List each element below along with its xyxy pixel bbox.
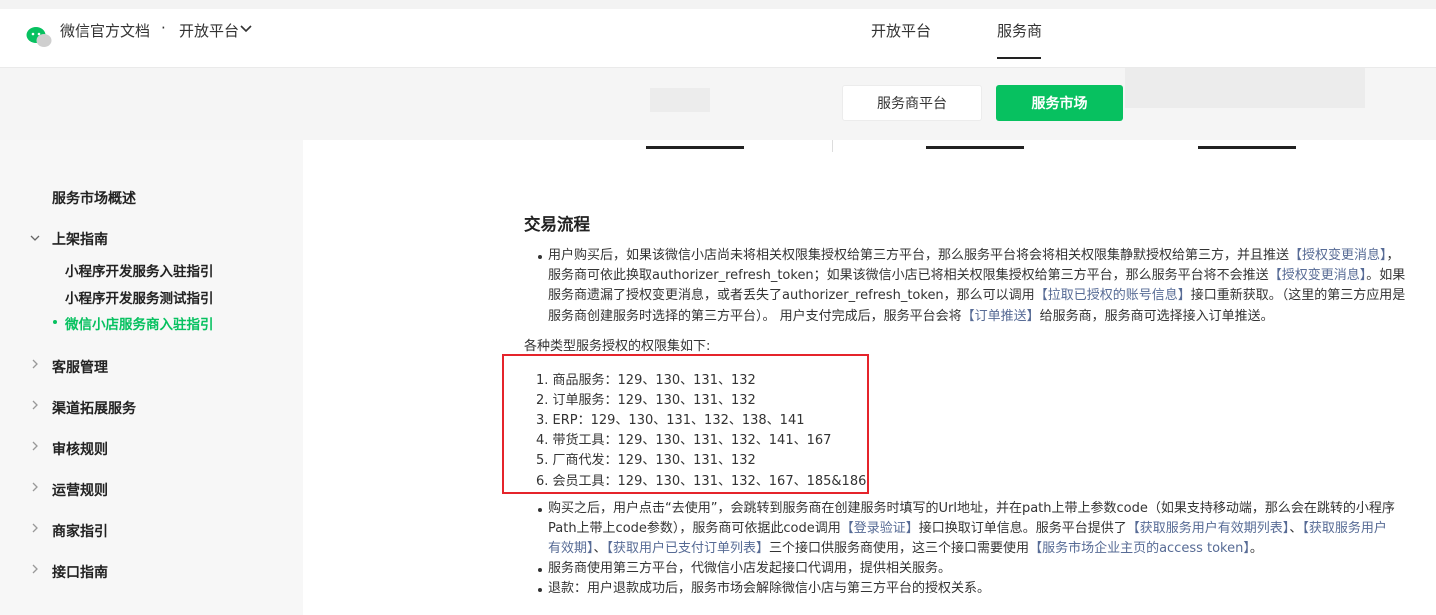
chevron-right-icon[interactable] bbox=[30, 482, 40, 492]
list-bullet bbox=[538, 588, 542, 592]
divider-line bbox=[832, 140, 833, 152]
text-span: 用户购买后，如果该微信小店尚未将相关权限集授权给第三方平台，那么服务平台将会将相… bbox=[548, 248, 1290, 263]
text-span: 。如果 bbox=[1366, 268, 1406, 283]
chevron-down-icon[interactable] bbox=[240, 24, 252, 34]
link-service-user-validity[interactable]: 有效期】 bbox=[548, 541, 594, 556]
list-bullet bbox=[538, 255, 542, 259]
brand-separator: · bbox=[161, 19, 166, 37]
permission-item: 5. 厂商代发：129、130、131、132 bbox=[536, 453, 756, 468]
service-market-button[interactable]: 服务市场 bbox=[996, 85, 1123, 121]
platform-selector[interactable]: 开放平台 bbox=[179, 20, 239, 41]
permission-item: 2. 订单服务：129、130、131、132 bbox=[536, 393, 756, 408]
text-span: 服务商创建服务时选择的第三方平台）。 用户支付完成后，服务平台会将 bbox=[548, 309, 962, 324]
text-span: 三个接口供服务商使用，这三个接口需要使用 bbox=[769, 541, 1030, 556]
link-login-verify[interactable]: 【登录验证】 bbox=[841, 521, 919, 536]
text-span: 给服务商，服务商可选择接入订单推送。 bbox=[1039, 309, 1274, 324]
divider-bar bbox=[646, 146, 744, 149]
list-bullet bbox=[538, 508, 542, 512]
paragraph-line: 服务商使用第三方平台，代微信小店发起接口代调用，提供相关服务。 bbox=[548, 561, 952, 576]
sidebar-subitem-miniprogram-onboarding[interactable]: 小程序开发服务入驻指引 bbox=[65, 260, 214, 280]
chevron-right-icon[interactable] bbox=[30, 400, 40, 410]
chevron-right-icon[interactable] bbox=[30, 359, 40, 369]
text-span: 接口重新获取。（这里的第三方应用是 bbox=[1190, 288, 1406, 303]
link-auth-change-message[interactable]: 【授权变更消息】 bbox=[1269, 268, 1367, 283]
brand-title[interactable]: 微信官方文档 bbox=[60, 20, 150, 41]
link-service-user-validity-list[interactable]: 【获取服务用户有效期列表】 bbox=[1127, 521, 1290, 536]
chevron-right-icon[interactable] bbox=[30, 441, 40, 451]
paragraph-line: 用户购买后，如果该微信小店尚未将相关权限集授权给第三方平台，那么服务平台将会将相… bbox=[548, 246, 1400, 266]
sidebar-subitem-wechat-store-onboarding[interactable]: 微信小店服务商入驻指引 bbox=[65, 313, 214, 333]
sidebar-item-operation-rules[interactable]: 运营规则 bbox=[52, 480, 108, 500]
link-service-user-validity[interactable]: 【获取服务用户 bbox=[1302, 521, 1387, 536]
wechat-logo-icon[interactable] bbox=[26, 26, 52, 48]
permission-item: 4. 带货工具：129、130、131、132、141、167 bbox=[536, 433, 832, 448]
paragraph-line: 退款：用户退款成功后，服务市场会解除微信小店与第三方平台的授权关系。 bbox=[548, 581, 991, 596]
sidebar-item-review-rules[interactable]: 审核规则 bbox=[52, 439, 108, 459]
sidebar-item-api-guide[interactable]: 接口指南 bbox=[52, 562, 108, 582]
tab-open-platform[interactable]: 开放平台 bbox=[871, 20, 931, 41]
permission-item: 3. ERP：129、130、131、132、138、141 bbox=[536, 413, 805, 428]
tab-service-provider[interactable]: 服务商 bbox=[997, 20, 1042, 41]
sidebar bbox=[0, 140, 303, 615]
sidebar-subitem-miniprogram-testing[interactable]: 小程序开发服务测试指引 bbox=[65, 287, 214, 307]
paragraph-line: 服务商创建服务时选择的第三方平台）。 用户支付完成后，服务平台会将【订单推送】给… bbox=[548, 307, 1274, 327]
link-auth-change-message[interactable]: 【授权变更消息】 bbox=[1289, 248, 1387, 263]
sidebar-item-merchant-guide[interactable]: 商家指引 bbox=[52, 521, 108, 541]
link-order-push[interactable]: 【订单推送】 bbox=[962, 309, 1040, 324]
text-span: 服务商遗漏了授权变更消息，或者丢失了authorizer_refresh_tok… bbox=[548, 288, 1035, 303]
subnav-band bbox=[0, 68, 1436, 140]
text-span: 服务商可依此换取authorizer_refresh_token；如果该微信小店… bbox=[548, 268, 1269, 283]
faded-background-panel bbox=[1125, 68, 1365, 108]
paragraph-line: 服务商可依此换取authorizer_refresh_token；如果该微信小店… bbox=[548, 266, 1405, 286]
list-bullet bbox=[538, 568, 542, 572]
paragraph-line: 购买之后，用户点击“去使用”，会跳转到服务商在创建服务时填写的Url地址，并在p… bbox=[548, 501, 1395, 516]
text-span: ， bbox=[1386, 248, 1400, 263]
text-span: 接口换取订单信息。服务平台提供了 bbox=[918, 521, 1127, 536]
sidebar-item-listing[interactable]: 上架指南 bbox=[52, 229, 108, 249]
link-paid-order-list[interactable]: 【获取用户已支付订单列表】 bbox=[607, 541, 770, 556]
text-span: Path上带上code参数），服务商可依据此code调用 bbox=[548, 521, 841, 536]
paragraph-line: 服务商遗漏了授权变更消息，或者丢失了authorizer_refresh_tok… bbox=[548, 286, 1405, 306]
divider-bar bbox=[1198, 146, 1296, 149]
active-item-bullet bbox=[53, 320, 57, 324]
paragraph-line: Path上带上code参数），服务商可依据此code调用【登录验证】接口换取订单… bbox=[548, 519, 1387, 539]
top-header: 微信官方文档 · 开放平台 开放平台 服务商 bbox=[0, 0, 1436, 68]
active-tab-indicator bbox=[997, 57, 1041, 59]
text-span: 、 bbox=[593, 541, 607, 556]
sidebar-item-channel-expansion[interactable]: 渠道拓展服务 bbox=[52, 398, 136, 418]
link-market-access-token[interactable]: 【服务市场企业主页的access token】 bbox=[1029, 541, 1250, 556]
faded-background-shape bbox=[650, 88, 710, 112]
divider-bar bbox=[926, 146, 1024, 149]
service-provider-platform-button[interactable]: 服务商平台 bbox=[842, 85, 982, 121]
chevron-right-icon[interactable] bbox=[30, 564, 40, 574]
sidebar-item-overview[interactable]: 服务市场概述 bbox=[52, 188, 136, 208]
section-title: 交易流程 bbox=[524, 215, 590, 234]
text-span: 、 bbox=[1289, 521, 1303, 536]
chevron-right-icon[interactable] bbox=[30, 523, 40, 533]
text-span: 。 bbox=[1249, 541, 1263, 556]
permission-item: 6. 会员工具：129、130、131、132、167、185&186 bbox=[536, 474, 867, 489]
link-fetch-authorized-account[interactable]: 【拉取已授权的账号信息】 bbox=[1035, 288, 1191, 303]
chevron-down-icon[interactable] bbox=[30, 233, 40, 243]
paragraph-line: 有效期】、【获取用户已支付订单列表】三个接口供服务商使用，这三个接口需要使用【服… bbox=[548, 539, 1263, 559]
permission-item: 1. 商品服务：129、130、131、132 bbox=[536, 373, 756, 388]
sidebar-item-customer-service[interactable]: 客服管理 bbox=[52, 357, 108, 377]
